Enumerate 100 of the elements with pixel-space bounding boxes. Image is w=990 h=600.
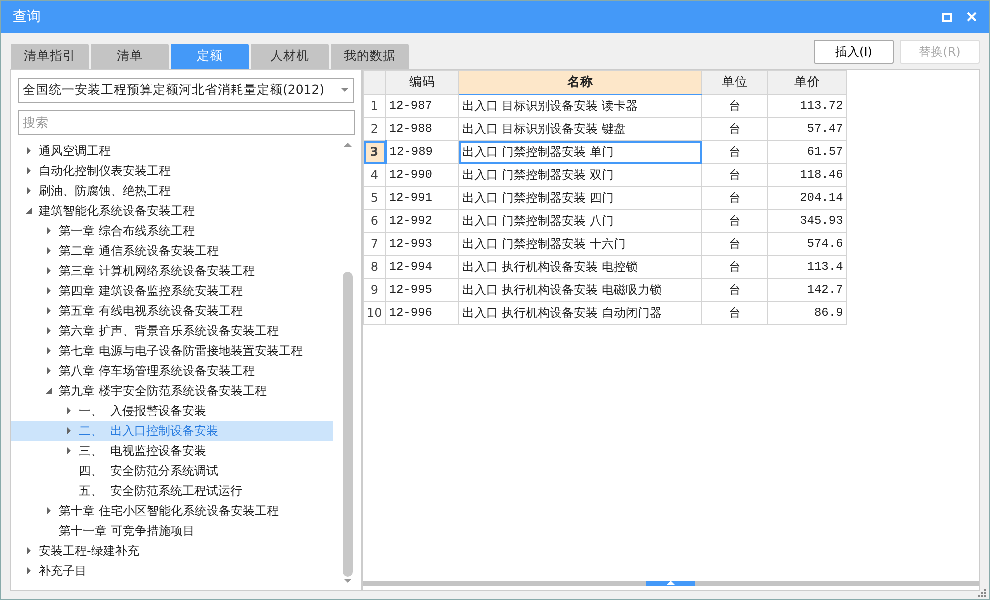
tree-item[interactable]: 第四章 建筑设备监控系统安装工程 (11, 281, 333, 301)
table-cell: 台 (702, 256, 768, 278)
tree-item[interactable]: 第九章 楼宇安全防范系统设备安装工程 (11, 381, 333, 401)
table-cell: 12-994 (386, 256, 459, 278)
tree-item[interactable]: 第六章 扩声、背景音乐系统设备安装工程 (11, 321, 333, 341)
collapse-icon[interactable] (26, 207, 32, 215)
caret-icon (341, 88, 349, 93)
row-number: 6 (364, 210, 386, 232)
maximize-icon (942, 12, 952, 22)
expand-icon[interactable] (66, 407, 72, 415)
tree-item[interactable]: 安装工程-绿建补充 (11, 541, 333, 561)
expand-icon[interactable] (46, 307, 52, 315)
tree-item[interactable]: 五、 安全防范系统工程试运行 (11, 481, 333, 501)
table-cell: 台 (702, 302, 768, 324)
expand-icon[interactable] (46, 267, 52, 275)
table-cell: 12-990 (386, 164, 459, 186)
window-title: 查询 (12, 8, 41, 26)
tree-item[interactable]: 第十一章 可竞争措施项目 (11, 521, 333, 541)
table-cell: 86.9 (768, 302, 847, 324)
table-cell: 12-989 (386, 140, 459, 164)
tab[interactable]: 清单 (91, 44, 169, 69)
dropdown-value: 全国统一安装工程预算定额河北省消耗量定额(2012) (23, 81, 325, 100)
row-number: 9 (364, 278, 386, 302)
table-cell: 574.6 (768, 232, 847, 256)
tree-item[interactable]: 自动化控制仪表安装工程 (11, 161, 333, 181)
table-cell: 台 (702, 186, 768, 210)
tree-item[interactable]: 建筑智能化系统设备安装工程 (11, 201, 333, 221)
tree-item[interactable]: 第二章 通信系统设备安装工程 (11, 241, 333, 261)
expand-icon[interactable] (46, 227, 52, 235)
table-cell: 出入口 执行机构设备安装 自动闭门器 (458, 302, 702, 324)
table-cell: 台 (702, 278, 768, 302)
tree-item[interactable]: 第十章 住宅小区智能化系统设备安装工程 (11, 501, 333, 521)
expand-icon[interactable] (26, 547, 32, 555)
table-cell: 出入口 执行机构设备安装 电磁吸力锁 (458, 278, 702, 302)
tree-item[interactable]: 第八章 停车场管理系统设备安装工程 (11, 361, 333, 381)
tree-item[interactable]: 第五章 有线电视系统设备安装工程 (11, 301, 333, 321)
expand-icon[interactable] (66, 427, 72, 435)
table-cell: 57.47 (768, 118, 847, 140)
resize-grip-icon[interactable] (978, 589, 987, 598)
tree-item[interactable]: 一、 入侵报警设备安装 (11, 401, 333, 421)
tab[interactable]: 我的数据 (331, 44, 409, 69)
row-number: 5 (364, 186, 386, 210)
row-number: 7 (364, 232, 386, 256)
table-cell: 台 (702, 140, 768, 164)
splitter-handle[interactable] (646, 581, 695, 586)
table-cell: 出入口 目标识别设备安装 读卡器 (458, 94, 702, 118)
collapse-icon[interactable] (46, 387, 52, 395)
expand-icon[interactable] (46, 287, 52, 295)
tab[interactable]: 人材机 (251, 44, 329, 69)
insert-button[interactable]: 插入(I) (814, 40, 894, 64)
table-cell: 台 (702, 164, 768, 186)
expand-icon[interactable] (66, 447, 72, 455)
table-cell: 12-987 (386, 94, 459, 118)
scroll-up-icon[interactable] (343, 142, 353, 148)
table-cell: 台 (702, 94, 768, 118)
row-number: 3 (364, 140, 386, 164)
table-cell: 113.4 (768, 256, 847, 278)
expand-icon[interactable] (26, 167, 32, 175)
table-cell: 12-993 (386, 232, 459, 256)
table-cell: 出入口 门禁控制器安装 双门 (458, 164, 702, 186)
table-cell: 61.57 (768, 140, 847, 164)
column-header[interactable]: 单价 (768, 70, 847, 94)
table-cell: 113.72 (768, 94, 847, 118)
expand-icon[interactable] (26, 567, 32, 575)
tree-item[interactable]: 三、 电视监控设备安装 (11, 441, 333, 461)
tree-item[interactable]: 刷油、防腐蚀、绝热工程 (11, 181, 333, 201)
table-cell: 12-991 (386, 186, 459, 210)
table-cell: 12-992 (386, 210, 459, 232)
table-cell: 12-988 (386, 118, 459, 140)
table-cell: 118.46 (768, 164, 847, 186)
table-cell: 12-996 (386, 302, 459, 324)
close-icon (967, 12, 977, 22)
column-header[interactable]: 单位 (702, 70, 768, 94)
tree-item[interactable]: 第一章 综合布线系统工程 (11, 221, 333, 241)
tree-item[interactable]: 第七章 电源与电子设备防雷接地装置安装工程 (11, 341, 333, 361)
table-cell: 台 (702, 118, 768, 140)
expand-icon[interactable] (26, 187, 32, 195)
expand-icon[interactable] (46, 367, 52, 375)
table-cell: 出入口 门禁控制器安装 八门 (458, 210, 702, 232)
tree-item[interactable]: 四、 安全防范分系统调试 (11, 461, 333, 481)
table-cell: 台 (702, 210, 768, 232)
tree-item[interactable]: 通风空调工程 (11, 141, 333, 161)
table-cell: 出入口 执行机构设备安装 电控锁 (458, 256, 702, 278)
column-header[interactable]: 编码 (386, 70, 459, 94)
table-cell: 台 (702, 232, 768, 256)
expand-icon[interactable] (26, 147, 32, 155)
scrollbar-thumb[interactable] (343, 272, 353, 577)
tab[interactable]: 清单指引 (11, 44, 89, 69)
expand-icon[interactable] (46, 327, 52, 335)
table-cell: 204.14 (768, 186, 847, 210)
expand-icon[interactable] (46, 507, 52, 515)
column-header[interactable]: 名称 (458, 70, 702, 94)
table-cell: 12-995 (386, 278, 459, 302)
expand-icon[interactable] (46, 247, 52, 255)
search-field[interactable]: 搜索 (18, 110, 355, 135)
expand-icon[interactable] (46, 347, 52, 355)
tree-item[interactable]: 补充子目 (11, 561, 333, 581)
library-dropdown[interactable]: 全国统一安装工程预算定额河北省消耗量定额(2012) (18, 78, 354, 103)
table-cell: 345.93 (768, 210, 847, 232)
tree-item[interactable]: 第三章 计算机网络系统设备安装工程 (11, 261, 333, 281)
